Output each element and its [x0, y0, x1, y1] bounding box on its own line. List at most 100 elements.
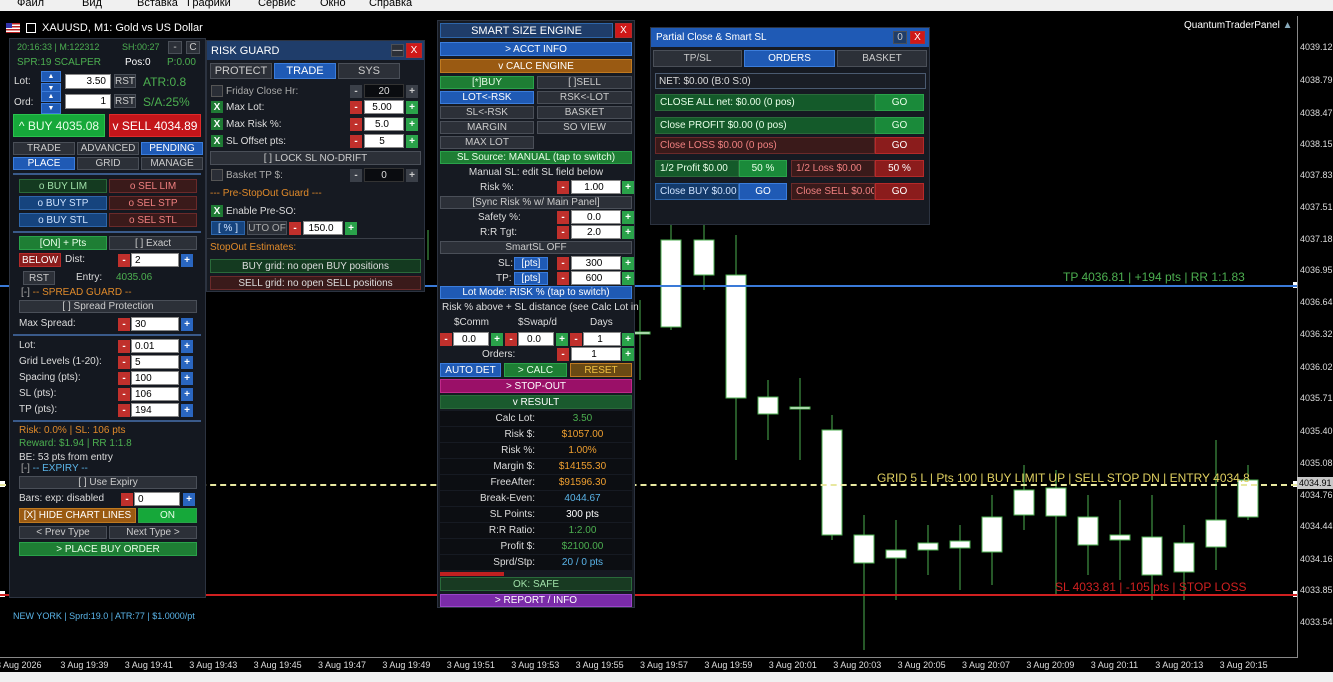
safety-minus-button[interactable]: -: [557, 211, 569, 224]
half-loss-button[interactable]: 50 %: [875, 160, 924, 177]
grid-levels-minus-button[interactable]: -: [118, 356, 130, 369]
tab-advanced[interactable]: ADVANCED: [77, 142, 139, 155]
sl-offset-input[interactable]: 5: [364, 134, 404, 148]
buy-stop-button[interactable]: o BUY STP: [19, 196, 107, 210]
bars-plus-button[interactable]: +: [183, 493, 195, 506]
lot-from-risk-button[interactable]: LOT<-RSK: [440, 91, 534, 104]
swap-plus-button[interactable]: +: [556, 333, 568, 346]
uto-minus-button[interactable]: -: [289, 222, 301, 235]
max-risk-checkbox[interactable]: X: [211, 118, 223, 130]
bars-minus-button[interactable]: -: [121, 493, 133, 506]
orders-reset-button[interactable]: RST: [114, 94, 136, 108]
auto-detect-button[interactable]: AUTO DET: [440, 363, 501, 377]
uto-input[interactable]: 150.0: [303, 221, 343, 235]
rr-target-input[interactable]: 2.0: [571, 225, 621, 239]
close-loss-go-button[interactable]: GO: [875, 137, 924, 154]
orders-input[interactable]: 1: [65, 94, 111, 109]
partial-close-button[interactable]: X: [910, 31, 925, 44]
spread-protection-toggle[interactable]: [ ] Spread Protection: [19, 300, 197, 313]
orders-minus-button[interactable]: -: [557, 348, 569, 361]
use-expiry-toggle[interactable]: [ ] Use Expiry: [19, 476, 197, 489]
buy-limit-button[interactable]: o BUY LIM: [19, 179, 107, 193]
risk-pct-plus-button[interactable]: +: [622, 181, 634, 194]
safety-input[interactable]: 0.0: [571, 210, 621, 224]
tab-trade[interactable]: TRADE: [13, 142, 75, 155]
side-sell-button[interactable]: [ ]SELL: [537, 76, 632, 89]
percent-mode-toggle[interactable]: [ % ]: [211, 221, 245, 235]
basket-tp-checkbox[interactable]: [211, 169, 223, 181]
bars-input[interactable]: 0: [134, 492, 180, 506]
basket-tp-input[interactable]: 0: [364, 168, 404, 182]
grid-lot-input[interactable]: 0.01: [131, 339, 179, 353]
place-order-button[interactable]: > PLACE BUY ORDER: [19, 542, 197, 556]
tab-basket[interactable]: BASKET: [837, 50, 927, 67]
close-all-go-button[interactable]: GO: [875, 94, 924, 111]
sl-plus-button[interactable]: +: [622, 257, 634, 270]
grid-tp-minus-button[interactable]: -: [118, 404, 130, 417]
friday-close-checkbox[interactable]: [211, 85, 223, 97]
smart-sl-toggle[interactable]: SmartSL OFF: [440, 241, 632, 254]
margin-mode-button[interactable]: MARGIN: [440, 121, 534, 134]
risk-guard-close-button[interactable]: X: [406, 43, 422, 58]
risk-from-lot-button[interactable]: RSK<-LOT: [537, 91, 632, 104]
rr-minus-button[interactable]: -: [557, 226, 569, 239]
grid-sl-input[interactable]: 106: [131, 387, 179, 401]
tab-orders[interactable]: ORDERS: [744, 50, 835, 67]
buy-button[interactable]: ^ BUY 4035.08: [13, 114, 105, 137]
smart-size-close-button[interactable]: X: [615, 23, 632, 38]
uto-plus-button[interactable]: +: [345, 222, 357, 235]
risk-pct-minus-button[interactable]: -: [557, 181, 569, 194]
sell-stop-button[interactable]: o SEL STP: [109, 196, 197, 210]
calc-engine-toggle[interactable]: v CALC ENGINE: [440, 59, 632, 73]
tab-grid[interactable]: GRID: [77, 157, 139, 170]
max-lot-checkbox[interactable]: X: [211, 101, 223, 113]
lines-on-button[interactable]: ON: [138, 508, 197, 523]
sell-button[interactable]: v SELL 4034.89: [109, 114, 201, 137]
reset-button[interactable]: RESET: [570, 363, 632, 377]
max-spread-input[interactable]: 30: [131, 317, 179, 331]
tp-plus-button[interactable]: +: [622, 272, 634, 285]
grid-levels-plus-button[interactable]: +: [181, 356, 193, 369]
entry-reset-button[interactable]: RST: [23, 271, 55, 285]
so-view-button[interactable]: SO VIEW: [537, 121, 632, 134]
max-lot-minus-button[interactable]: -: [350, 101, 362, 114]
lot-reset-button[interactable]: RST: [114, 74, 136, 88]
max-spread-minus-button[interactable]: -: [118, 318, 130, 331]
swap-minus-button[interactable]: -: [505, 333, 517, 346]
enable-pre-so-checkbox[interactable]: X: [211, 205, 223, 217]
tp-units-toggle[interactable]: [pts]: [514, 272, 548, 285]
sl-from-risk-button[interactable]: SL<-RSK: [440, 106, 534, 119]
comm-minus-button[interactable]: -: [440, 333, 452, 346]
sell-stop-limit-button[interactable]: o SEL STL: [109, 213, 197, 227]
risk-guard-minimize-button[interactable]: —: [391, 44, 404, 57]
hide-chart-lines-toggle[interactable]: [X] HIDE CHART LINES: [19, 508, 136, 523]
stop-out-toggle[interactable]: > STOP-OUT: [440, 379, 632, 393]
max-lot-input[interactable]: 5.00: [364, 100, 404, 114]
sl-input[interactable]: 300: [571, 256, 621, 270]
next-type-button[interactable]: Next Type >: [109, 526, 197, 539]
friday-plus-button[interactable]: +: [406, 85, 418, 98]
safety-plus-button[interactable]: +: [622, 211, 634, 224]
sync-risk-button[interactable]: [Sync Risk % w/ Main Panel]: [440, 196, 632, 209]
days-plus-button[interactable]: +: [622, 333, 634, 346]
ord-up-button[interactable]: ▲: [41, 91, 61, 102]
lot-mode-toggle[interactable]: Lot Mode: RISK % (tap to switch): [440, 286, 632, 299]
grid-tp-plus-button[interactable]: +: [181, 404, 193, 417]
basket-minus-button[interactable]: -: [350, 169, 362, 182]
close-sell-go-button[interactable]: GO: [875, 183, 924, 200]
acct-info-toggle[interactable]: > ACCT INFO: [440, 42, 632, 56]
rr-plus-button[interactable]: +: [622, 226, 634, 239]
swap-input[interactable]: 0.0: [518, 332, 554, 346]
sl-minus-button[interactable]: -: [557, 257, 569, 270]
sl-offset-checkbox[interactable]: X: [211, 135, 223, 147]
half-profit-button[interactable]: 50 %: [739, 160, 787, 177]
result-toggle[interactable]: v RESULT: [440, 395, 632, 409]
max-lot-button[interactable]: MAX LOT: [440, 136, 534, 149]
sl-offset-plus-button[interactable]: +: [406, 135, 418, 148]
lot-up-button[interactable]: ▲: [41, 71, 61, 82]
orders-input[interactable]: 1: [571, 347, 621, 361]
max-risk-minus-button[interactable]: -: [350, 118, 362, 131]
calc-button[interactable]: > CALC: [504, 363, 567, 377]
comm-input[interactable]: 0.0: [453, 332, 489, 346]
below-toggle[interactable]: BELOW: [19, 253, 61, 267]
